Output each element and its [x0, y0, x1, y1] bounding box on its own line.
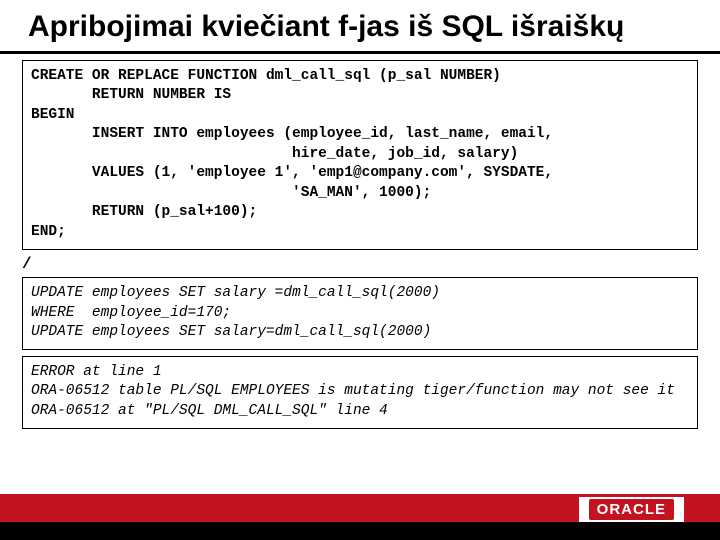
- code-block-1: CREATE OR REPLACE FUNCTION dml_call_sql …: [22, 60, 698, 250]
- code-text-1: CREATE OR REPLACE FUNCTION dml_call_sql …: [31, 68, 553, 241]
- code-block-1b: UPDATE employees SET salary =dml_call_sq…: [22, 277, 698, 350]
- error-text: ERROR at line 1 ORA-06512 table PL/SQL E…: [31, 364, 675, 419]
- footer: ORACLE: [0, 494, 720, 540]
- title-underline: [0, 51, 720, 54]
- slide: Apribojimai kviečiant f-jas iš SQL išrai…: [0, 0, 720, 540]
- oracle-logo-text: ORACLE: [589, 499, 674, 520]
- error-block: ERROR at line 1 ORA-06512 table PL/SQL E…: [22, 356, 698, 429]
- slide-title: Apribojimai kviečiant f-jas iš SQL išrai…: [0, 0, 720, 51]
- code-text-1b: UPDATE employees SET salary =dml_call_sq…: [31, 285, 440, 340]
- slash-line: /: [22, 256, 720, 274]
- oracle-logo: ORACLE: [579, 497, 684, 522]
- footer-blackbar: [0, 522, 720, 540]
